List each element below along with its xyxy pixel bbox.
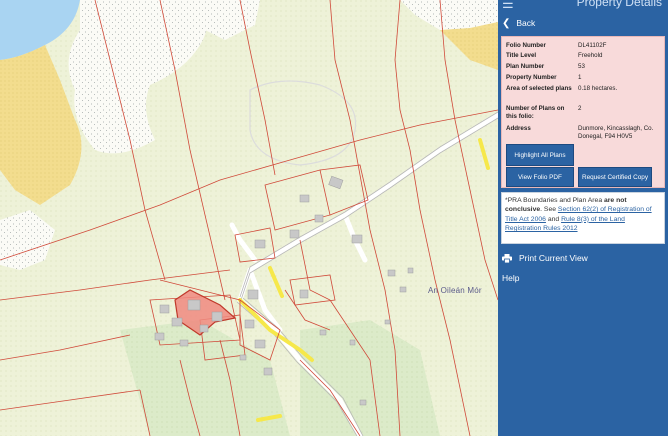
detail-label: Property Number [506, 74, 557, 81]
detail-label: Folio Number [506, 42, 546, 49]
boundary-disclaimer: *PRA Boundaries and Plan Area are not co… [501, 192, 665, 244]
property-details-panel: ☰ Property Details ❮ Back Folio Number D… [498, 0, 668, 436]
request-certified-copy-button[interactable]: Request Certified Copy [578, 167, 652, 187]
detail-value: 0.18 hectares. [578, 85, 618, 92]
detail-value: 2 [578, 105, 582, 112]
detail-label: Area of selected plans [506, 85, 572, 92]
map-view[interactable]: An Oileán Mór [0, 0, 498, 436]
disclaimer-text: and [545, 215, 562, 223]
detail-value: 1 [578, 74, 582, 81]
menu-icon[interactable]: ☰ [502, 0, 514, 11]
back-label: Back [516, 18, 536, 28]
chevron-left-icon: ❮ [502, 17, 511, 29]
detail-value: DL41102F [578, 42, 607, 49]
detail-value: Dunmore, Kincasslagh, Co. Donegal, F94 H… [578, 125, 654, 140]
map-canvas[interactable] [0, 0, 498, 436]
panel-title: Property Details [576, 0, 662, 9]
detail-label: Plan Number [506, 63, 545, 70]
view-folio-pdf-button[interactable]: View Folio PDF [506, 167, 574, 187]
map-place-label: An Oileán Mór [428, 286, 482, 295]
disclaimer-text: . See [540, 206, 558, 214]
detail-label: Address [506, 125, 531, 132]
back-button[interactable]: ❮ Back [498, 12, 668, 34]
print-current-view-button[interactable]: Print Current View [502, 253, 588, 263]
property-details-card: Folio Number DL41102F Title Level Freeho… [501, 36, 665, 188]
detail-label: Title Level [506, 52, 537, 59]
panel-header: ☰ Property Details [498, 0, 668, 11]
detail-value: 53 [578, 63, 585, 70]
print-label: Print Current View [519, 253, 588, 263]
help-link[interactable]: Help [502, 273, 519, 283]
printer-icon [502, 253, 512, 263]
detail-label: Number of Plans on this folio: [506, 105, 565, 120]
disclaimer-text: *PRA Boundaries and Plan Area [505, 197, 604, 204]
highlight-all-plans-button[interactable]: Highlight All Plans [506, 144, 574, 166]
detail-value: Freehold [578, 52, 603, 59]
